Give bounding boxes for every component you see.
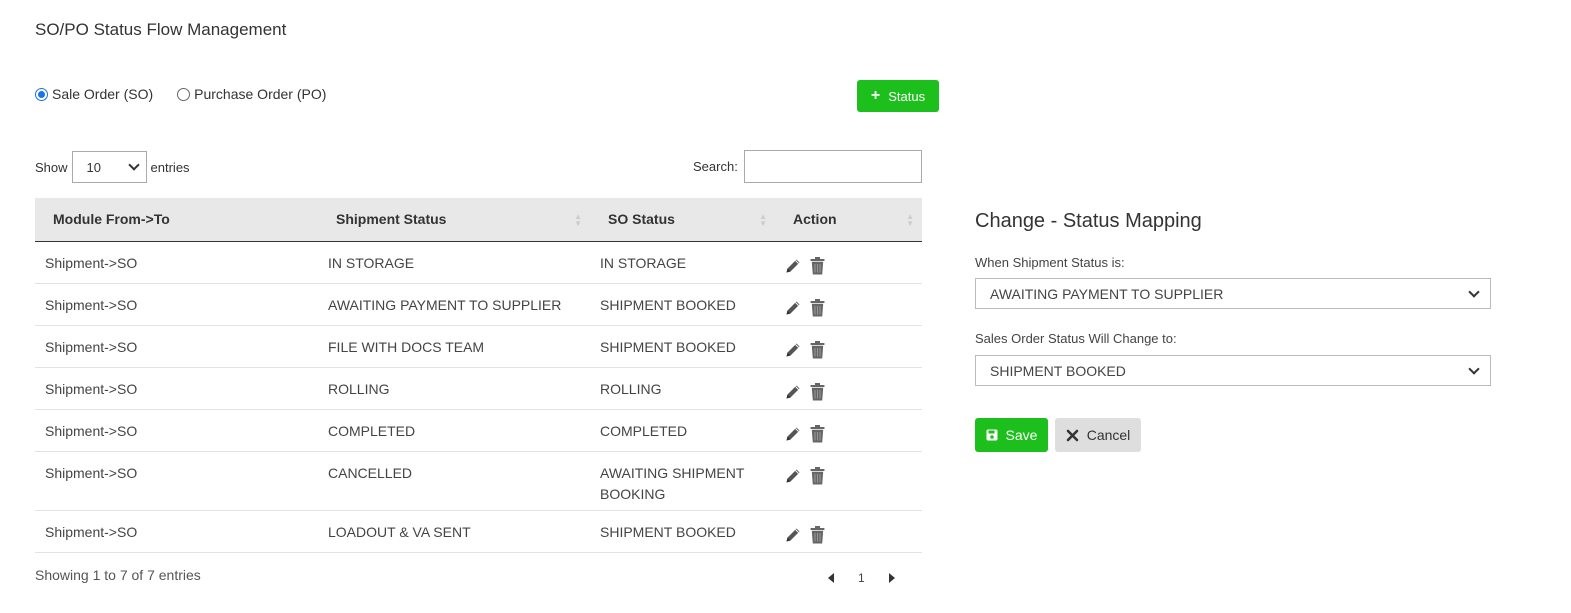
save-label: Save (1005, 427, 1038, 443)
cell-module: Shipment->SO (35, 451, 318, 511)
floppy-disk-icon (986, 429, 998, 441)
cell-shipment-status: CANCELLED (318, 451, 590, 511)
cell-shipment-status: ROLLING (318, 367, 590, 410)
search-control: Search: (693, 150, 922, 183)
cell-shipment-status: IN STORAGE (318, 241, 590, 284)
cell-module: Shipment->SO (35, 367, 318, 410)
table-row: Shipment->SO FILE WITH DOCS TEAM SHIPMENT … (35, 325, 922, 368)
cell-action (775, 283, 922, 326)
radio-sale-order[interactable]: Sale Order (SO) (35, 86, 153, 102)
add-status-button[interactable]: + Status (857, 80, 939, 112)
pencil-icon[interactable] (785, 341, 802, 358)
column-header-module[interactable]: Module From->To (35, 198, 318, 242)
cell-shipment-status: FILE WITH DOCS TEAM (318, 325, 590, 368)
so-status-label: Sales Order Status Will Change to: (975, 331, 1177, 346)
chevron-down-icon (1468, 362, 1480, 375)
radio-sale-order-circle[interactable] (35, 87, 48, 101)
cell-module: Shipment->SO (35, 510, 318, 553)
cell-so-status: COMPLETED (590, 409, 775, 452)
table-header-row: Module From->To Shipment Status ▲ ▼ SO Sta… (35, 198, 922, 242)
shipment-status-value: AWAITING PAYMENT TO SUPPLIER (990, 285, 1224, 302)
table-row: Shipment->SO COMPLETED COMPLETED (35, 409, 922, 452)
previous-page-icon[interactable] (828, 573, 834, 583)
radio-sale-order-label: Sale Order (SO) (52, 86, 154, 102)
table-row: Shipment->SO IN STORAGE IN STORAGE (35, 241, 922, 284)
cell-action (775, 451, 922, 511)
table-row: Shipment->SO AWAITING PAYMENT TO SUPPLIER… (35, 283, 922, 326)
cell-so-status: SHIPMENT BOOKED (590, 283, 775, 326)
cell-so-status: IN STORAGE (590, 241, 775, 284)
plus-icon: + (870, 87, 881, 104)
shipment-status-select[interactable]: AWAITING PAYMENT TO SUPPLIER (975, 278, 1491, 309)
column-header-so-status[interactable]: SO Status ▲ ▼ (590, 198, 775, 242)
cell-module: Shipment->SO (35, 241, 318, 284)
cell-action (775, 409, 922, 452)
entries-value: 10 (86, 159, 101, 175)
cell-module: Shipment->SO (35, 409, 318, 452)
so-status-value: SHIPMENT BOOKED (990, 362, 1126, 379)
close-icon (1066, 429, 1079, 442)
show-entries-control: Show 10 entries (35, 151, 190, 183)
trash-icon[interactable] (810, 382, 825, 401)
radio-purchase-order-label: Purchase Order (PO) (194, 86, 327, 102)
pagination-info: Showing 1 to 7 of 7 entries (35, 567, 201, 583)
cell-shipment-status: LOADOUT & VA SENT (318, 510, 590, 553)
pagination: 1 (828, 571, 895, 585)
trash-icon[interactable] (810, 424, 825, 443)
column-header-action[interactable]: Action ▲ ▼ (775, 198, 922, 242)
sort-icon: ▲ ▼ (574, 212, 582, 228)
entries-select[interactable]: 10 (71, 151, 147, 183)
trash-icon[interactable] (810, 256, 825, 275)
mapping-panel-title: Change - Status Mapping (975, 210, 1202, 232)
pencil-icon[interactable] (785, 526, 802, 543)
search-input[interactable] (743, 150, 922, 183)
status-mapping-table: Module From->To Shipment Status ▲ ▼ SO Sta… (35, 198, 922, 553)
column-header-shipment-status[interactable]: Shipment Status ▲ ▼ (318, 198, 590, 242)
table-row: Shipment->SO CANCELLED AWAITING SHIPMENT B… (35, 451, 922, 511)
cell-action (775, 241, 922, 284)
page-title: SO/PO Status Flow Management (35, 20, 287, 39)
shipment-status-label: When Shipment Status is: (975, 255, 1125, 270)
page-number[interactable]: 1 (858, 571, 865, 585)
pencil-icon[interactable] (785, 425, 802, 442)
cell-shipment-status: COMPLETED (318, 409, 590, 452)
cell-so-status: AWAITING SHIPMENT BOOKING (590, 451, 775, 511)
cancel-button[interactable]: Cancel (1055, 418, 1141, 452)
radio-purchase-order[interactable]: Purchase Order (PO) (177, 86, 326, 102)
cell-so-status: SHIPMENT BOOKED (590, 325, 775, 368)
sort-icon: ▲ ▼ (759, 212, 767, 228)
cell-action (775, 510, 922, 553)
trash-icon[interactable] (810, 298, 825, 317)
sort-icon: ▲ ▼ (906, 212, 914, 228)
pencil-icon[interactable] (785, 383, 802, 400)
pencil-icon[interactable] (785, 257, 802, 274)
cell-so-status: SHIPMENT BOOKED (590, 510, 775, 553)
pencil-icon[interactable] (785, 467, 802, 484)
add-status-label: Status (888, 88, 926, 104)
next-page-icon[interactable] (888, 573, 895, 583)
chevron-down-icon (127, 159, 140, 171)
so-status-select[interactable]: SHIPMENT BOOKED (975, 355, 1491, 386)
cell-module: Shipment->SO (35, 325, 318, 368)
cell-action (775, 367, 922, 410)
cell-shipment-status: AWAITING PAYMENT TO SUPPLIER (318, 283, 590, 326)
trash-icon[interactable] (810, 466, 825, 485)
cell-action (775, 325, 922, 368)
table-row: Shipment->SO LOADOUT & VA SENT SHIPMENT BO… (35, 510, 922, 553)
radio-purchase-order-circle[interactable] (177, 87, 191, 101)
save-button[interactable]: Save (975, 418, 1048, 452)
entries-label: entries (150, 159, 190, 175)
trash-icon[interactable] (810, 340, 825, 359)
table-row: Shipment->SO ROLLING ROLLING (35, 367, 922, 410)
cell-module: Shipment->SO (35, 283, 318, 326)
order-type-radio-group: Sale Order (SO) Purchase Order (PO) (35, 86, 350, 102)
search-label: Search: (693, 159, 738, 174)
chevron-down-icon (1468, 285, 1480, 298)
cancel-label: Cancel (1086, 427, 1131, 443)
trash-icon[interactable] (810, 525, 825, 544)
pencil-icon[interactable] (785, 299, 802, 316)
cell-so-status: ROLLING (590, 367, 775, 410)
show-label: Show (35, 159, 68, 175)
